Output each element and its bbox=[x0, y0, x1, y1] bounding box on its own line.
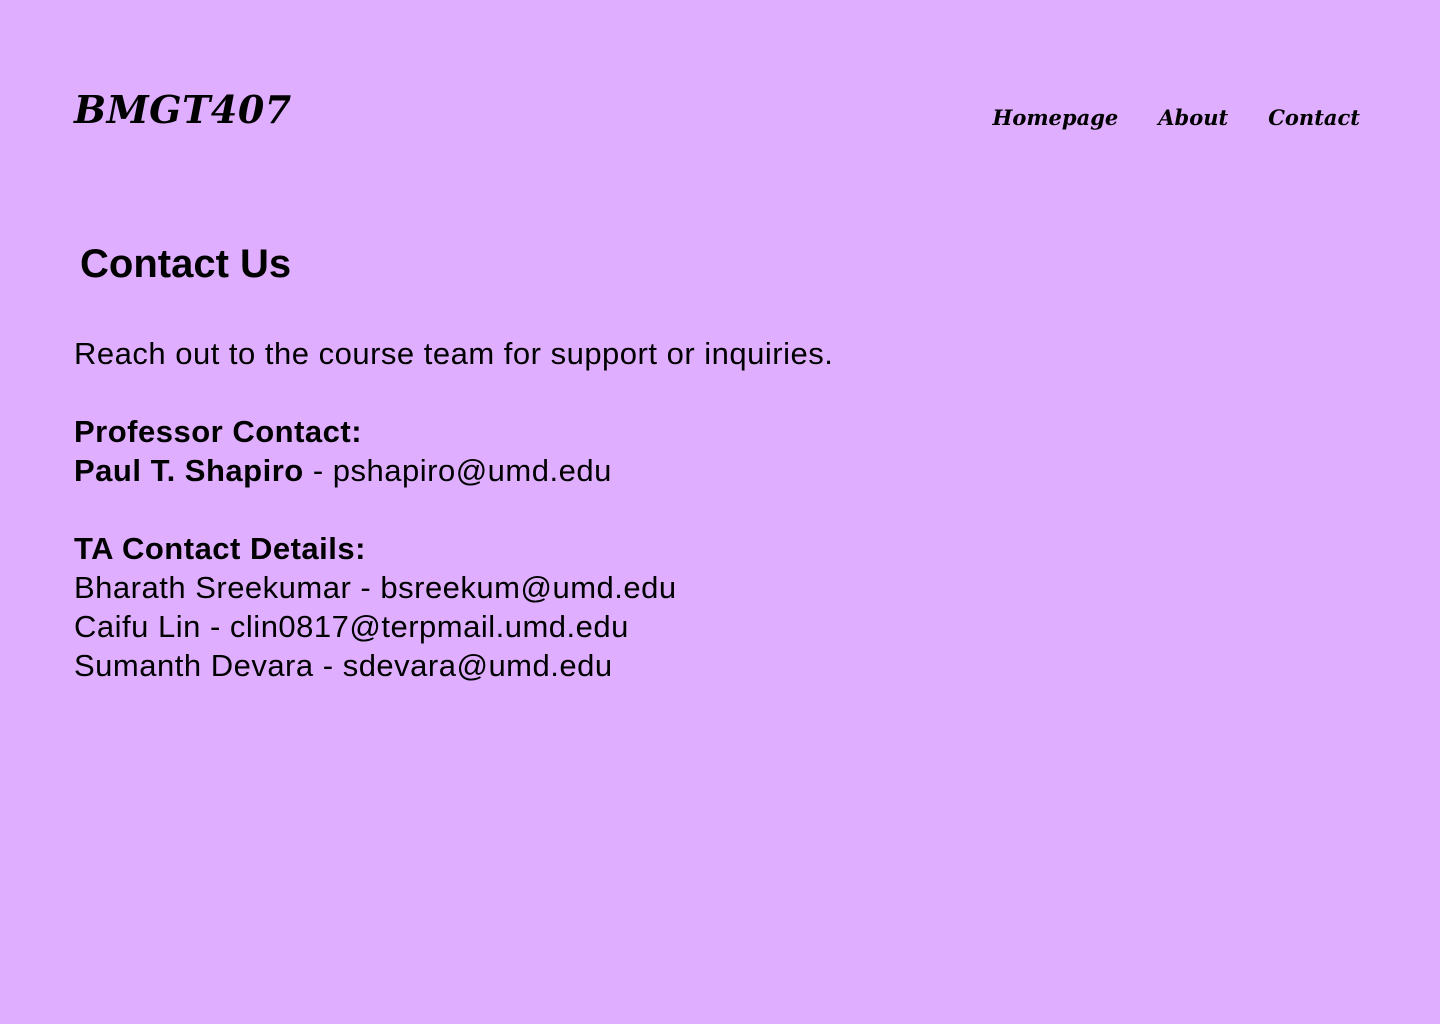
contact-separator: - bbox=[303, 453, 333, 488]
professor-name: Paul T. Shapiro bbox=[74, 453, 304, 488]
ta-email-link[interactable]: clin0817@terpmail.umd.edu bbox=[230, 609, 629, 644]
professor-contact-line: Paul T. Shapiro - pshapiro@umd.edu bbox=[74, 451, 1074, 490]
intro-text: Reach out to the course team for support… bbox=[74, 336, 834, 371]
professor-email-link[interactable]: pshapiro@umd.edu bbox=[333, 453, 612, 488]
contact-separator: - bbox=[200, 609, 230, 644]
site-header: BMGT407 Homepage About Contact bbox=[74, 86, 1360, 134]
brand-logo[interactable]: BMGT407 bbox=[74, 86, 292, 134]
ta-contact-heading: TA Contact Details: bbox=[74, 531, 366, 566]
ta-name: Sumanth Devara bbox=[74, 648, 314, 683]
ta-name: Bharath Sreekumar bbox=[74, 570, 352, 605]
ta-email-link[interactable]: sdevara@umd.edu bbox=[343, 648, 613, 683]
page-title: Contact Us bbox=[80, 242, 292, 286]
main-nav: Homepage About Contact bbox=[992, 104, 1360, 132]
nav-link-homepage[interactable]: Homepage bbox=[992, 104, 1118, 132]
ta-contact-line: Caifu Lin - clin0817@terpmail.umd.edu bbox=[74, 607, 1074, 646]
professor-contact-section: Professor Contact: Paul T. Shapiro - psh… bbox=[74, 412, 1074, 490]
ta-contact-section: TA Contact Details: Bharath Sreekumar - … bbox=[74, 529, 1074, 685]
nav-link-contact[interactable]: Contact bbox=[1268, 104, 1360, 132]
ta-name: Caifu Lin bbox=[74, 609, 201, 644]
ta-contact-line: Bharath Sreekumar - bsreekum@umd.edu bbox=[74, 568, 1074, 607]
contact-separator: - bbox=[313, 648, 343, 683]
main-content: Contact Us Reach out to the course team … bbox=[74, 238, 1074, 685]
ta-contact-line: Sumanth Devara - sdevara@umd.edu bbox=[74, 646, 1074, 685]
ta-email-link[interactable]: bsreekum@umd.edu bbox=[380, 570, 676, 605]
contact-separator: - bbox=[351, 570, 381, 605]
nav-link-about[interactable]: About bbox=[1158, 104, 1228, 132]
contact-page: BMGT407 Homepage About Contact Contact U… bbox=[0, 0, 1440, 1024]
professor-contact-heading: Professor Contact: bbox=[74, 414, 363, 449]
